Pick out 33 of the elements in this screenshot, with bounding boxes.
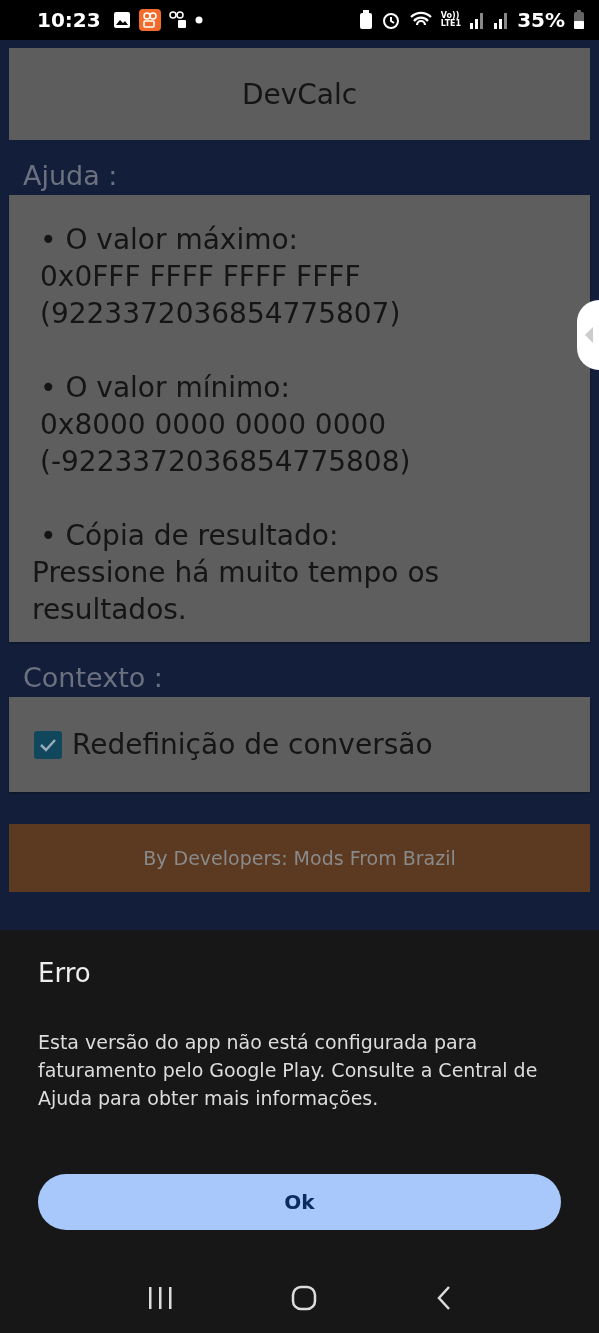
help-heading: • O valor máximo:: [39, 222, 300, 258]
battery-percentage: 35%: [517, 8, 565, 32]
recent-apps-icon[interactable]: [147, 1286, 174, 1310]
dialog-title: Erro: [38, 958, 92, 988]
help-text: 0x8000 0000 0000 0000: [39, 407, 388, 443]
dot-icon: [194, 16, 203, 24]
checkbox[interactable]: [34, 730, 62, 759]
clock-time: 10:23: [37, 8, 101, 32]
section-label: Contexto :: [22, 661, 164, 695]
image-icon: [112, 11, 131, 29]
dialog-message: Esta versão do app não está configurada para faturamento pelo Google Play. Consulte a Central de Ajuda para obter mais informações.: [38, 1030, 539, 1111]
developer-banner: By Developers: Mods From Brazil: [9, 824, 590, 892]
app-icon: [138, 9, 161, 31]
signal-icon: [493, 11, 510, 29]
help-heading: • Cópia de resultado:: [39, 518, 340, 554]
battery-saver-icon: [358, 10, 373, 30]
battery-icon: [573, 10, 585, 30]
network-type-label: Vo)) LTE1: [440, 12, 462, 28]
voicemail-icon: [168, 11, 187, 29]
checkbox-label: Redefinição de conversão: [72, 728, 433, 761]
help-text: (-9223372036854775808): [39, 444, 412, 480]
app-title-bar: DevCalc: [9, 48, 590, 140]
check-icon: [39, 737, 57, 752]
section-label: Ajuda :: [22, 159, 119, 193]
help-text: 0x0FFF FFFF FFFF FFFF: [39, 259, 362, 295]
alarm-icon: [380, 10, 401, 30]
home-icon[interactable]: [291, 1285, 318, 1311]
help-text: Pressione há muito tempo os resultados.: [32, 555, 441, 628]
help-heading: • O valor mínimo:: [39, 370, 291, 406]
help-text: (9223372036854775807): [39, 296, 402, 332]
back-icon[interactable]: [435, 1285, 452, 1311]
signal-icon: [469, 11, 486, 29]
ok-button[interactable]: Ok: [38, 1174, 561, 1230]
